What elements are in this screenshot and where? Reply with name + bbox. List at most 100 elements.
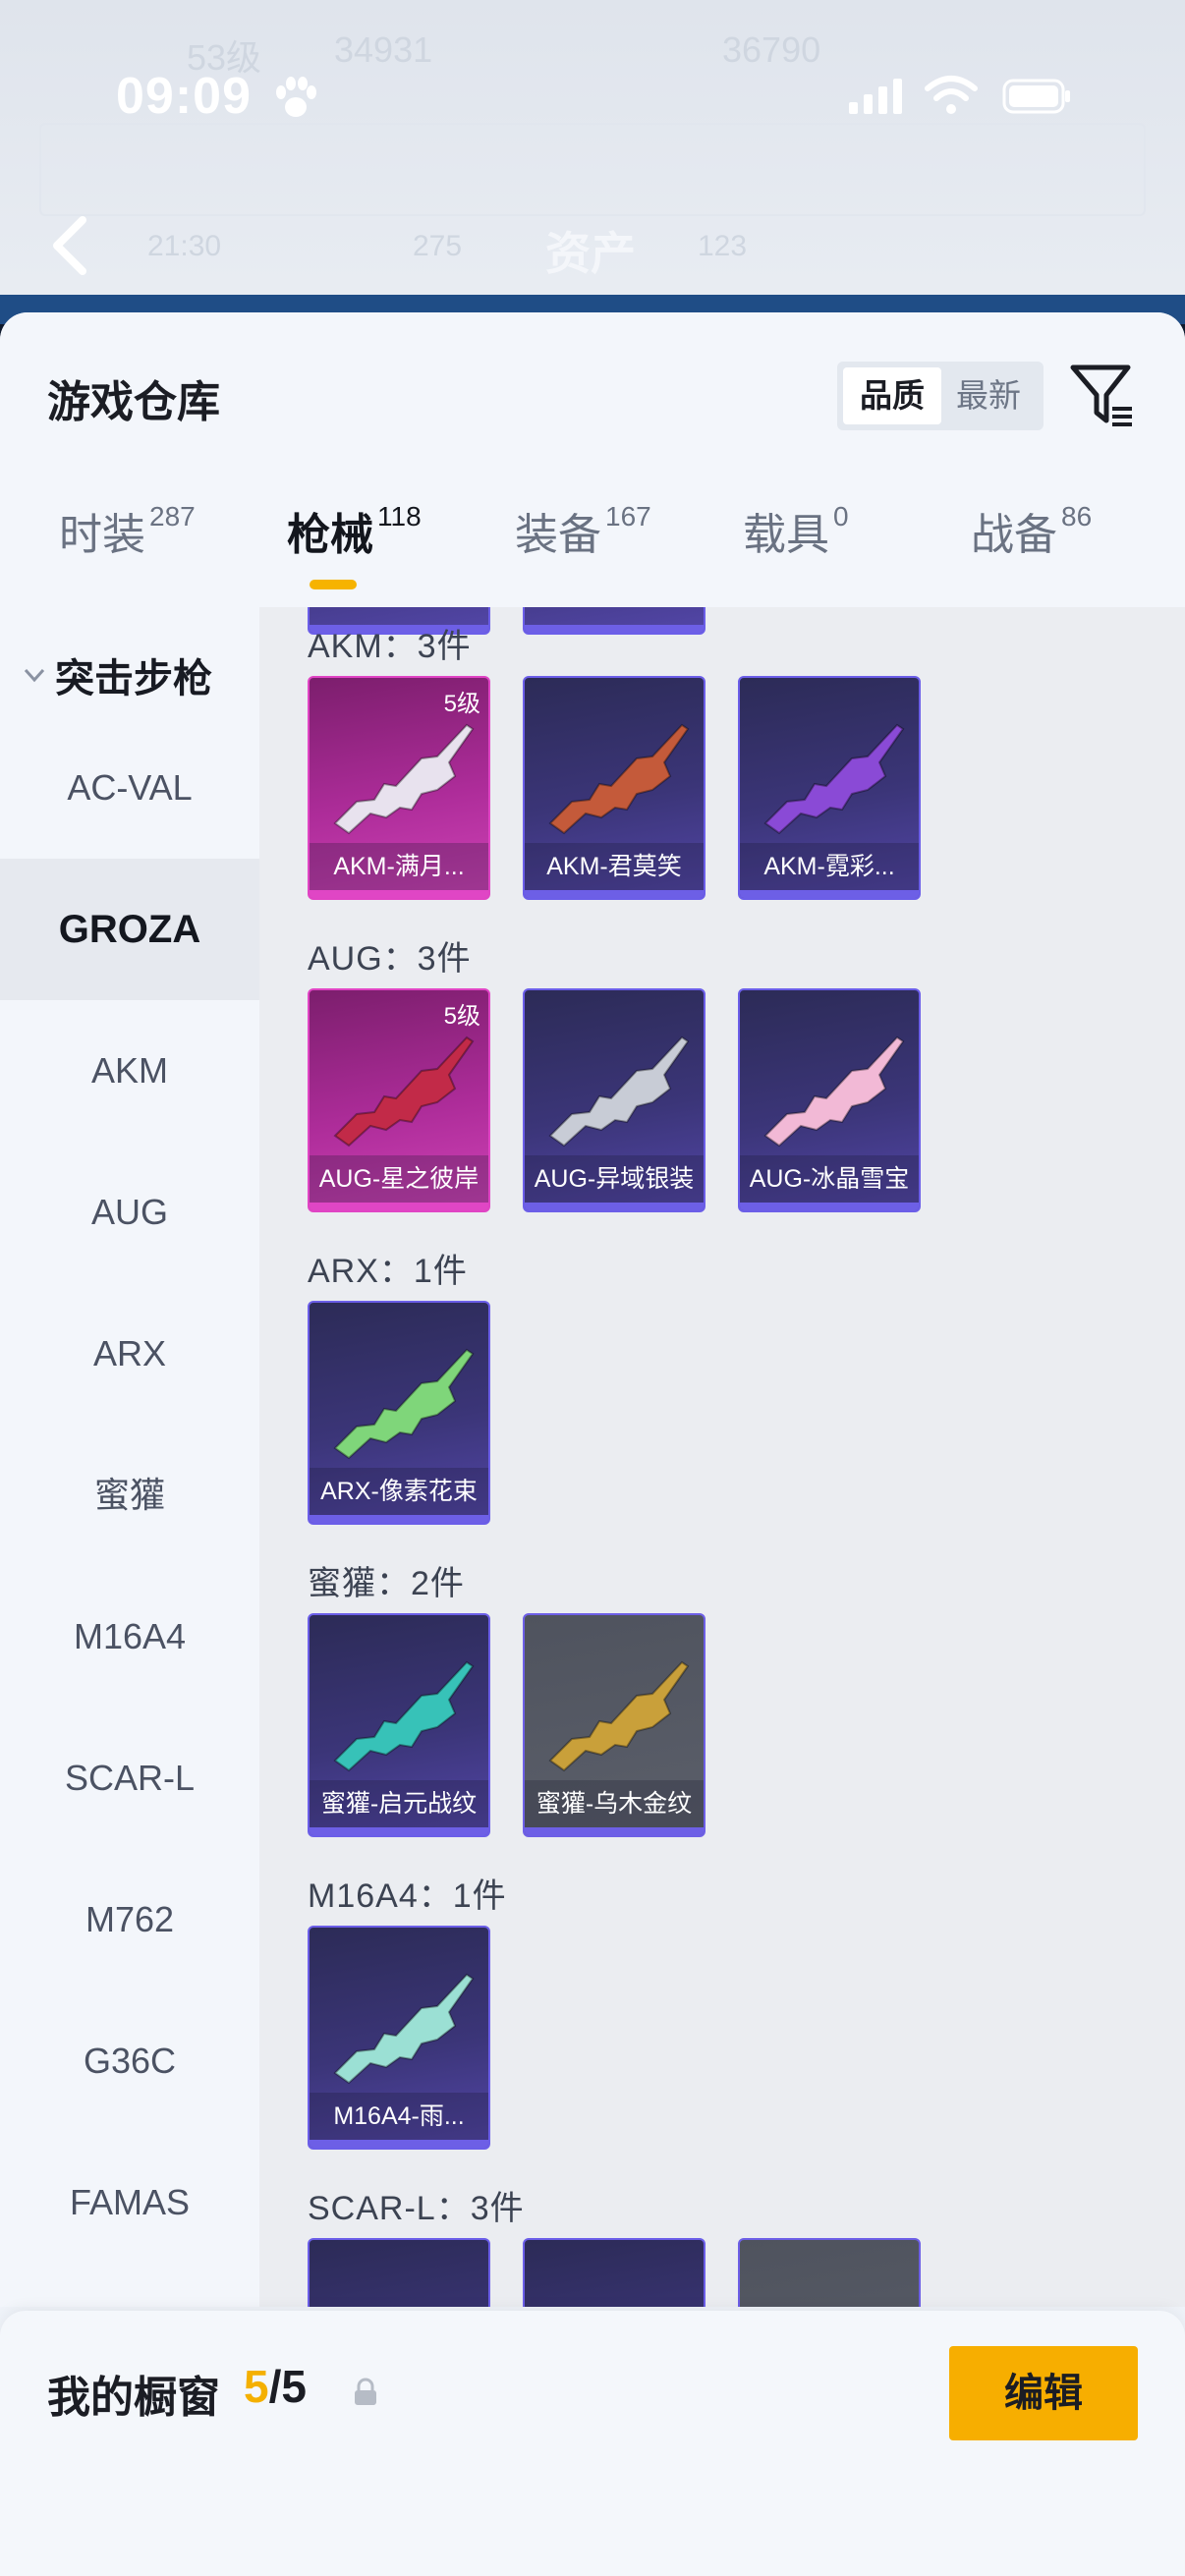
sort-newest-button[interactable]: 最新 [939,367,1038,424]
skin-card[interactable]: 5级 AKM-满月... [308,676,490,900]
rifle-skin-icon [333,1973,475,2085]
wifi-icon [925,76,978,114]
ghost-stat-2: 275 [413,230,463,262]
skin-card[interactable] [308,2238,490,2307]
ghost-stat-1: 21:30 [147,230,222,262]
edit-button[interactable]: 编辑 [949,2346,1138,2440]
tab-label: 时装 [59,511,145,559]
skin-name: M16A4-雨... [310,2093,488,2140]
filter-icon[interactable] [1069,362,1134,430]
tab-equipment[interactable]: 装备 167 [515,499,651,607]
chevron-down-icon [24,668,45,683]
tab-count: 0 [833,501,849,532]
rifle-skin-icon [548,1036,690,1148]
showcase-count: 5/5 [244,2361,307,2412]
background-title: 资产 [545,228,636,279]
tab-supplies[interactable]: 战备 86 [971,499,1092,607]
skin-name: AUG-异域银装 [525,1155,704,1203]
skin-card[interactable] [738,2238,921,2307]
showcase-bar: 我的橱窗 5/5 编辑 [0,2311,1185,2576]
sidebar-item-honey-badger[interactable]: 蜜獾 [0,1425,259,1566]
rarity-strip [740,890,919,898]
rifle-skin-icon [763,1036,905,1148]
skin-card[interactable]: 5级 AUG-星之彼岸 [308,988,490,1212]
skin-card[interactable]: ARX-像素花束 [308,1301,490,1525]
sidebar-item-famas[interactable]: FAMAS [0,2132,259,2273]
skin-name: ARX-像素花束 [310,1468,488,1515]
tab-label: 载具 [743,511,829,559]
rarity-strip [525,1203,704,1210]
tab-label: 装备 [515,511,601,559]
rifle-skin-icon [548,723,690,835]
rifle-skin-icon [548,1660,690,1772]
sidebar-section-assault-rifles[interactable]: 突击步枪 [20,646,212,703]
tab-label: 战备 [971,511,1057,559]
skin-name: 蜜獾-乌木金纹 [525,1780,704,1827]
skin-grid: AKM：3件 5级 AKM-满月... AKM-君莫笑 AKM-霓彩... AUG：3件 5… [259,607,1185,2307]
rarity-strip [740,1203,919,1210]
tab-count: 86 [1061,501,1093,532]
sidebar-item-g36c[interactable]: G36C [0,1990,259,2132]
tab-count: 287 [149,501,196,532]
group-title: SCAR-L：3件 [308,2190,525,2227]
warehouse-sheet: 游戏仓库 品质 最新 时装 287 枪械 118 装备 167 载具 0 战备 … [0,312,1185,2576]
tab-guns[interactable]: 枪械 118 [287,499,422,607]
sidebar-item-ac-val[interactable]: AC-VAL [0,717,259,859]
skin-card[interactable] [523,2238,705,2307]
rifle-skin-icon [333,1348,475,1460]
skin-card[interactable]: 蜜獾-启元战纹 [308,1613,490,1837]
sidebar-section-label: 突击步枪 [55,657,212,700]
skin-card[interactable]: M16A4-雨... [308,1926,490,2150]
ghost-score: 34931 [334,29,433,70]
level-badge: 5级 [443,691,480,717]
sidebar-item-m16a4[interactable]: M16A4 [0,1566,259,1708]
skin-name: AKM-满月... [310,843,488,890]
tab-fashion[interactable]: 时装 287 [59,499,196,607]
active-tab-indicator [310,580,357,589]
sidebar-item-arx[interactable]: ARX [0,1283,259,1425]
showcase-total: 5 [281,2361,307,2412]
sidebar-item-aug[interactable]: AUG [0,1142,259,1283]
sidebar-item-groza[interactable]: GROZA [0,859,259,1000]
rarity-strip [525,1827,704,1835]
group-title: 蜜獾：2件 [308,1565,465,1602]
sort-toggle: 品质 最新 [837,362,1044,430]
ghost-stat-3: 123 [698,230,748,262]
skin-card[interactable]: 蜜獾-乌木金纹 [523,1613,705,1837]
skin-card-partial[interactable] [523,607,705,635]
signal-icon [849,79,902,114]
rarity-strip [525,890,704,898]
rifle-skin-icon [333,1660,475,1772]
lock-icon [355,2378,376,2405]
tab-vehicles[interactable]: 载具 0 [743,499,849,607]
rifle-skin-icon [763,723,905,835]
paw-icon [276,77,316,117]
sidebar-item-m762[interactable]: M762 [0,1849,259,1990]
category-tabs: 时装 287 枪械 118 装备 167 载具 0 战备 86 [0,499,1185,607]
sidebar-item-akm[interactable]: AKM [0,1000,259,1142]
skin-name: 蜜獾-启元战纹 [310,1780,488,1827]
rifle-skin-icon [333,1036,475,1148]
sheet-title: 游戏仓库 [47,378,220,426]
sidebar-item-scar-l[interactable]: SCAR-L [0,1708,259,1849]
background-stats-card [39,123,1146,216]
group-title: AKM：3件 [308,628,472,665]
rarity-strip [310,1827,488,1835]
rarity-strip [310,2140,488,2148]
back-icon[interactable] [47,214,92,277]
skin-name: AUG-星之彼岸 [310,1155,488,1203]
skin-name: AKM-君莫笑 [525,843,704,890]
tab-count: 167 [605,501,651,532]
skin-card[interactable]: AKM-君莫笑 [523,676,705,900]
skin-card[interactable]: AUG-异域银装 [523,988,705,1212]
skin-name: AKM-霓彩... [740,843,919,890]
showcase-current: 5 [244,2361,269,2412]
sort-quality-button[interactable]: 品质 [843,367,941,424]
sheet-header: 游戏仓库 品质 最新 时装 287 枪械 118 装备 167 载具 0 战备 … [0,312,1185,607]
skin-card[interactable]: AKM-霓彩... [738,676,921,900]
level-badge: 5级 [443,1003,480,1030]
skin-card[interactable]: AUG-冰晶雪宝 [738,988,921,1212]
status-time: 09:09 [116,68,252,125]
rarity-strip [310,1203,488,1210]
rifle-skin-icon [333,723,475,835]
